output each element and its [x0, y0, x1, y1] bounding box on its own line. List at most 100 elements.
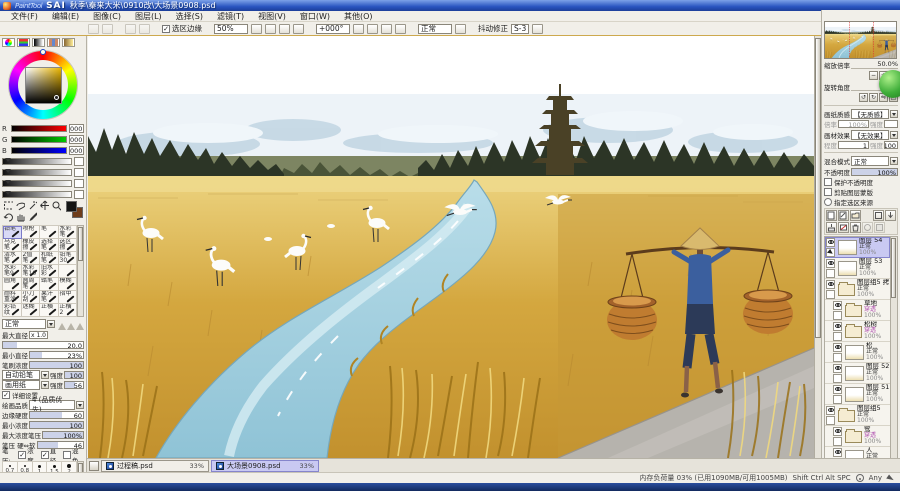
- layer-row[interactable]: 图层 52 正常 100%: [825, 363, 890, 384]
- apply-mask-icon[interactable]: [874, 222, 885, 233]
- brush-shape-icon[interactable]: [76, 319, 84, 330]
- menu-item[interactable]: 选择(S): [169, 11, 210, 22]
- new-folder-icon[interactable]: [850, 210, 861, 221]
- zoom-tool-icon[interactable]: [50, 200, 62, 211]
- document-tab[interactable]: 过程稿.psd 33%: [101, 460, 209, 472]
- brush-shape-icon[interactable]: [67, 319, 75, 330]
- layer-visibility-toggle[interactable]: [826, 259, 835, 268]
- paint-mode-select[interactable]: 正常: [418, 24, 452, 34]
- brush-cell[interactable]: 铅笔30: [59, 252, 78, 265]
- color-wheel-tab[interactable]: [2, 38, 15, 47]
- folder-icon[interactable]: [845, 326, 862, 338]
- min-diameter-slider[interactable]: 23%: [29, 351, 84, 359]
- zoom-fit-button[interactable]: [251, 24, 262, 34]
- delete-lay er-icon[interactable]: [850, 222, 861, 233]
- layer-row[interactable]: 人 正常 100%: [825, 447, 890, 458]
- mixer-box-3[interactable]: [74, 179, 84, 188]
- chevron-down-icon[interactable]: [76, 401, 84, 409]
- texture-strength-slider[interactable]: 100: [64, 371, 84, 379]
- brush-cell[interactable]: [59, 265, 78, 278]
- zoom-reset-button[interactable]: [293, 24, 304, 34]
- chevron-down-icon[interactable]: [47, 320, 55, 328]
- foreground-color-swatch[interactable]: [66, 201, 77, 212]
- merge-down-icon[interactable]: [826, 222, 837, 233]
- brush-blend-mode-select[interactable]: 正常: [2, 319, 46, 329]
- document-tab[interactable]: 大场景0908.psd 33%: [211, 460, 319, 472]
- flip-button[interactable]: [381, 24, 392, 34]
- mixer-slider-3[interactable]: [2, 180, 72, 187]
- brush-cell[interactable]: 模糊: [59, 278, 78, 291]
- menu-item[interactable]: 滤镜(T): [210, 11, 251, 22]
- tab-scroll-button[interactable]: [89, 461, 99, 471]
- layer-option-checkbox[interactable]: [824, 198, 832, 206]
- layer-paint-target[interactable]: [833, 311, 842, 320]
- brush-cell[interactable]: 铅笔: [3, 226, 22, 239]
- brush-cell[interactable]: 和纸笔: [40, 252, 59, 265]
- menu-item[interactable]: 文件(F): [4, 11, 45, 22]
- layer-visibility-toggle[interactable]: [833, 301, 842, 310]
- brush-cell[interactable]: 选择笔: [40, 239, 59, 252]
- magic-wand-tool-icon[interactable]: [26, 200, 38, 211]
- layer-thumbnail[interactable]: [845, 387, 864, 402]
- chevron-down-icon[interactable]: [41, 371, 49, 379]
- brush-cell[interactable]: 清水笔: [3, 252, 22, 265]
- hand-tool-icon[interactable]: [14, 211, 26, 222]
- min-density-slider[interactable]: 100: [29, 421, 84, 429]
- menu-item[interactable]: 视图(V): [251, 11, 293, 22]
- diameter-unit-select[interactable]: x 1.0: [29, 331, 48, 339]
- layer-paint-target[interactable]: [833, 353, 842, 362]
- brush-cell[interactable]: 迷糊: [22, 304, 41, 317]
- invert-selection-button[interactable]: [139, 24, 150, 34]
- layer-thumbnail[interactable]: [845, 345, 864, 360]
- max-diameter-slider[interactable]: 20.0: [2, 341, 84, 349]
- brush-cell[interactable]: 正横2: [59, 304, 78, 317]
- layer-paint-target[interactable]: [826, 248, 835, 257]
- effect-strength-slider[interactable]: 100: [884, 141, 898, 149]
- layer-row[interactable]: 图层 54 正常 100%: [825, 237, 890, 258]
- brush-cell[interactable]: 小刀刮: [22, 291, 41, 304]
- move-tool-icon[interactable]: [38, 200, 50, 211]
- menu-item[interactable]: 图像(C): [86, 11, 128, 22]
- zoom-out-button[interactable]: [265, 24, 276, 34]
- opacity-slider[interactable]: 100%: [851, 168, 898, 176]
- folder-icon[interactable]: [845, 431, 862, 443]
- b-slider[interactable]: [11, 147, 67, 154]
- brush-cell[interactable]: 2值笔: [22, 252, 41, 265]
- layer-row[interactable]: 松 正常 100%: [825, 342, 890, 363]
- navigator-thumbnail[interactable]: [824, 21, 897, 59]
- history-back-button[interactable]: [88, 24, 99, 34]
- layer-visibility-toggle[interactable]: [833, 343, 842, 352]
- rotation-value-field[interactable]: +000°: [316, 24, 350, 34]
- zoom-value-field[interactable]: 50%: [214, 24, 248, 34]
- layer-row[interactable]: 草地 穿透 100%: [825, 300, 890, 321]
- mixer-box-1[interactable]: [74, 157, 84, 166]
- mixer-box-2[interactable]: [74, 168, 84, 177]
- layer-option-checkbox[interactable]: [824, 188, 832, 196]
- layer-visibility-toggle[interactable]: [833, 427, 842, 436]
- panel-options-icon[interactable]: [873, 210, 884, 221]
- layer-thumbnail[interactable]: [845, 450, 864, 459]
- layer-row[interactable]: 图层 53 正常 100%: [825, 258, 890, 279]
- brush-cell[interactable]: 圆周笔: [22, 278, 41, 291]
- brush-texture-select[interactable]: 自动铅笔: [2, 370, 40, 380]
- layer-thumbnail[interactable]: [838, 240, 857, 255]
- layer-option-checkbox[interactable]: [824, 178, 832, 186]
- selection-edge-checkbox[interactable]: [162, 25, 170, 33]
- brush-cell[interactable]: 指甲: [59, 291, 78, 304]
- brush-cell[interactable]: 颜料重涂: [3, 291, 22, 304]
- brush-grid-scrollbar[interactable]: [77, 225, 84, 317]
- mixer-tab[interactable]: [62, 38, 75, 47]
- layer-row[interactable]: 松树 穿透 100%: [825, 321, 890, 342]
- layer-paint-target[interactable]: [833, 437, 842, 446]
- material-effect-select[interactable]: 【无效果】: [851, 130, 889, 140]
- b-value[interactable]: 000: [69, 146, 84, 155]
- clear-layer-icon[interactable]: [838, 222, 849, 233]
- layer-paint-target[interactable]: [826, 290, 835, 299]
- lasso-tool-icon[interactable]: [14, 200, 26, 211]
- brush-cell[interactable]: 彩铅纹: [3, 304, 22, 317]
- layer-paint-target[interactable]: [833, 395, 842, 404]
- nav-rotate-cw-button[interactable]: ↻: [869, 93, 878, 102]
- new-vector-layer-icon[interactable]: [838, 210, 849, 221]
- brush-cell[interactable]: 正横: [40, 304, 59, 317]
- chevron-down-icon[interactable]: [41, 381, 49, 389]
